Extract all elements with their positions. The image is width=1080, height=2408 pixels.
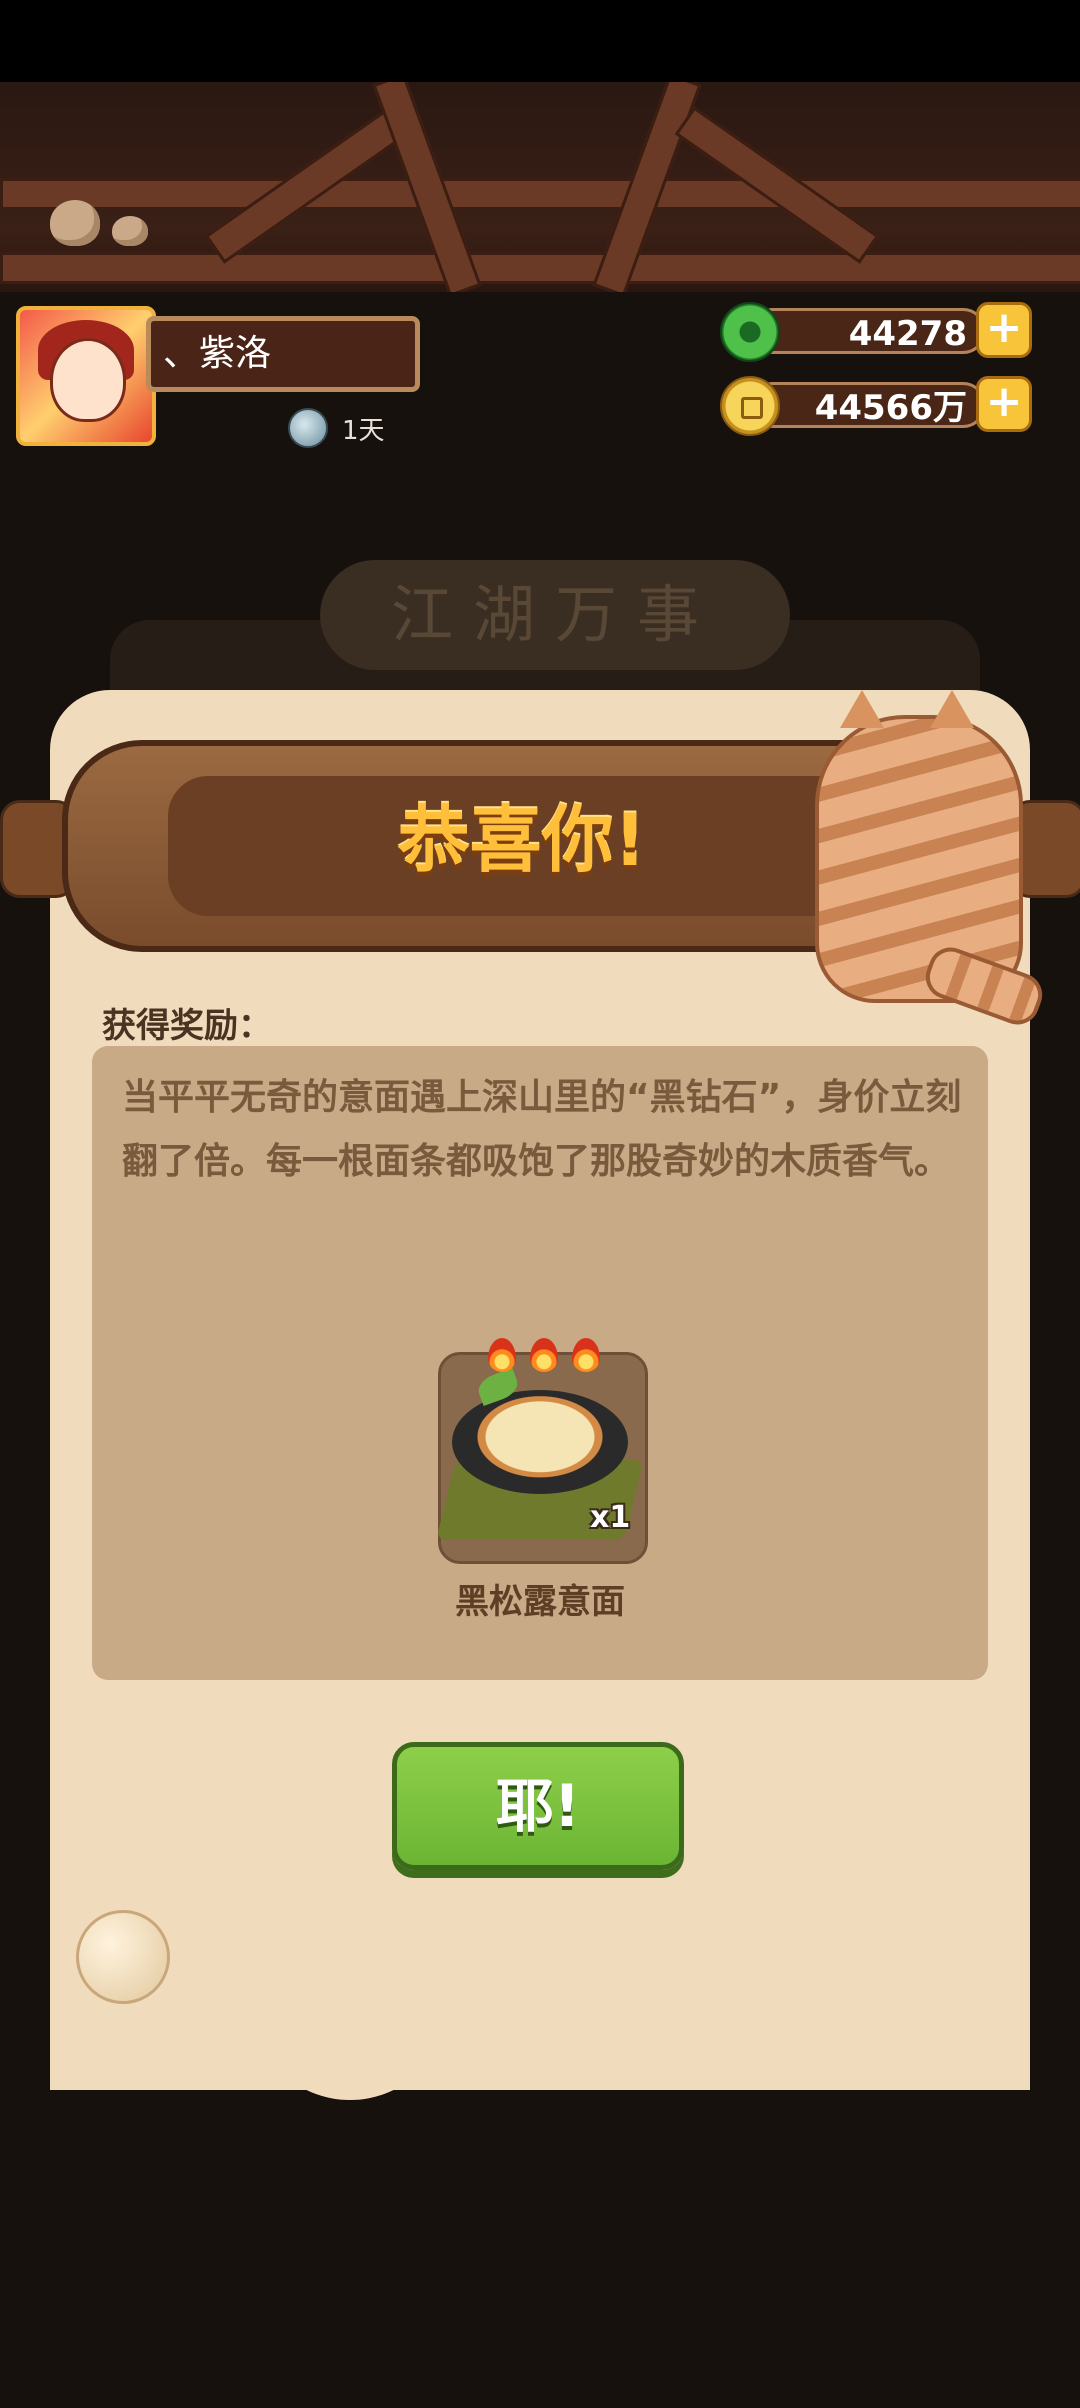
dough-drip <box>250 1900 450 2100</box>
login-days: 1天 <box>288 408 385 448</box>
confirm-button[interactable]: 耶! <box>392 1742 684 1870</box>
heat-level <box>488 1338 600 1372</box>
chick-decoration <box>112 216 148 246</box>
status-bar <box>0 0 1080 82</box>
flame-icon <box>572 1338 600 1372</box>
player-avatar[interactable] <box>16 306 156 446</box>
coin-amount: 44566万 <box>750 382 986 428</box>
avatar-face <box>50 338 126 422</box>
coin-icon <box>720 376 780 436</box>
item-quantity: x1 <box>590 1500 631 1535</box>
chick-decoration <box>50 200 100 246</box>
item-name: 黑松露意面 <box>455 1582 625 1622</box>
flame-icon <box>530 1338 558 1372</box>
jade-amount: 44278 <box>750 308 986 354</box>
cup-icon <box>288 408 328 448</box>
jade-currency: 44278 + <box>720 302 1032 362</box>
cat-mascot <box>815 715 1023 1003</box>
cat-ear <box>930 690 974 728</box>
add-jade-button[interactable]: + <box>976 302 1032 358</box>
jade-icon <box>720 302 780 362</box>
truffle-pasta-icon <box>452 1390 628 1494</box>
coin-currency: 44566万 + <box>720 376 1032 436</box>
dough-drip <box>700 1900 1030 2000</box>
reward-label: 获得奖励： <box>102 1006 272 1046</box>
dough-ball <box>76 1910 170 2004</box>
roof-rafters <box>0 82 1080 292</box>
player-name: 、紫洛 <box>146 316 420 392</box>
flame-icon <box>488 1338 516 1372</box>
game-screen: 江湖万事 、紫洛 1天 44278 + 44566万 + 恭喜你! 获得奖励： … <box>0 0 1080 2408</box>
rafter-beam <box>0 178 1080 210</box>
background-board-title: 江湖万事 <box>320 560 790 670</box>
dough-drip <box>430 1900 730 2040</box>
rafter-beam <box>0 252 1080 284</box>
reward-description: 当平平无奇的意面遇上深山里的“黑钻石”，身价立刻翻了倍。每一根面条都吸饱了那股奇… <box>122 1077 962 1182</box>
cat-ear <box>840 690 884 728</box>
add-coin-button[interactable]: + <box>976 376 1032 432</box>
days-label: 1天 <box>342 415 385 446</box>
